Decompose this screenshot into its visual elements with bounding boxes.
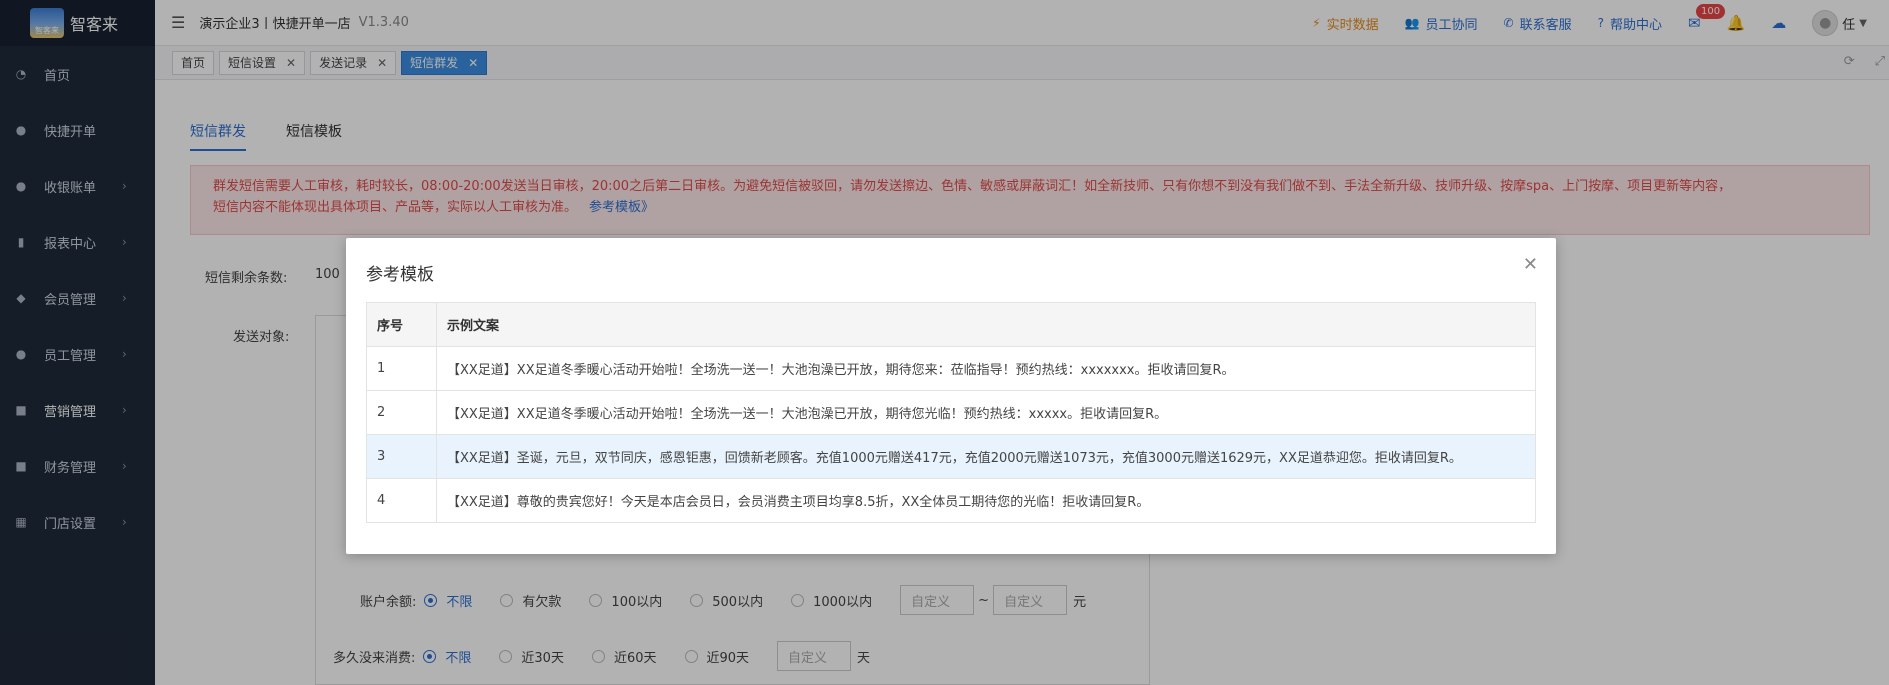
table-header-row: 序号 示例文案: [366, 302, 1536, 347]
reference-template-modal: 参考模板 ✕ 序号 示例文案 1 【XX足道】XX足道冬季暖心活动开始啦！全场洗…: [346, 238, 1556, 554]
table-row[interactable]: 3 【XX足道】圣诞，元旦，双节同庆，感恩钜惠，回馈新老顾客。充值1000元赠送…: [366, 434, 1536, 479]
table-row[interactable]: 1 【XX足道】XX足道冬季暖心活动开始啦！全场洗一送一！大池泡澡已开放，期待您…: [366, 346, 1536, 391]
table-row[interactable]: 2 【XX足道】XX足道冬季暖心活动开始啦！全场洗一送一！大池泡澡已开放，期待您…: [366, 390, 1536, 435]
column-header-text: 示例文案: [436, 302, 1536, 347]
modal-title: 参考模板: [366, 265, 434, 285]
column-header-no: 序号: [366, 302, 437, 347]
row-no: 3: [366, 434, 437, 479]
row-text: 【XX足道】XX足道冬季暖心活动开始啦！全场洗一送一！大池泡澡已开放，期待您光临…: [436, 390, 1536, 435]
row-text: 【XX足道】圣诞，元旦，双节同庆，感恩钜惠，回馈新老顾客。充值1000元赠送41…: [436, 434, 1536, 479]
close-icon[interactable]: ✕: [1523, 254, 1538, 275]
table-row[interactable]: 4 【XX足道】尊敬的贵宾您好！今天是本店会员日，会员消费主项目均享8.5折，X…: [366, 478, 1536, 523]
row-text: 【XX足道】尊敬的贵宾您好！今天是本店会员日，会员消费主项目均享8.5折，XX全…: [436, 478, 1536, 523]
row-no: 1: [366, 346, 437, 391]
row-no: 2: [366, 390, 437, 435]
row-no: 4: [366, 478, 437, 523]
row-text: 【XX足道】XX足道冬季暖心活动开始啦！全场洗一送一！大池泡澡已开放，期待您来：…: [436, 346, 1536, 391]
template-table: 序号 示例文案 1 【XX足道】XX足道冬季暖心活动开始啦！全场洗一送一！大池泡…: [366, 302, 1536, 523]
